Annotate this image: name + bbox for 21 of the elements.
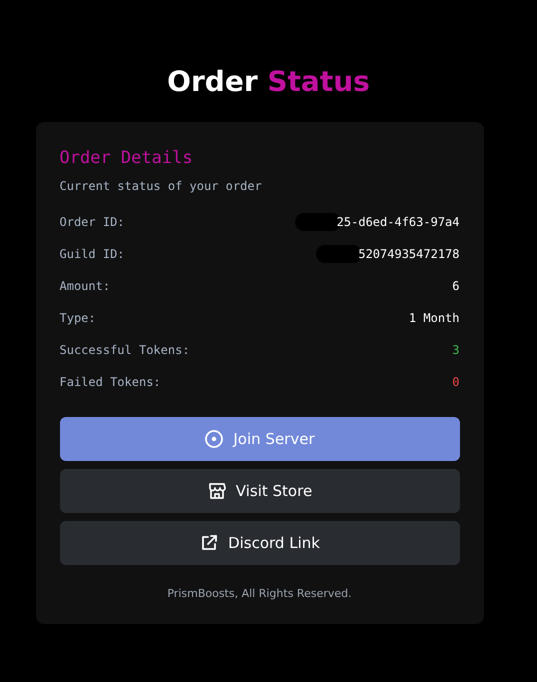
field-value: 0 <box>452 375 460 389</box>
target-icon <box>204 429 224 449</box>
field-label: Successful Tokens: <box>60 343 190 357</box>
page-title: Order Status <box>167 65 370 98</box>
field-label: Guild ID: <box>60 247 125 261</box>
external-link-icon <box>199 533 220 553</box>
field-value: 1 Month <box>408 311 460 325</box>
action-button[interactable]: Discord Link <box>60 521 460 565</box>
store-icon <box>206 481 227 501</box>
card-subtitle: Current status of your order <box>60 178 263 194</box>
copyright-text: PrismBoosts, All Rights Reserved. <box>166 587 353 600</box>
field-label: Amount: <box>60 279 110 293</box>
card-heading: Order Details <box>60 147 194 170</box>
action-button[interactable]: Visit Store <box>60 469 460 513</box>
field-value: 52074935472178 <box>358 247 460 261</box>
field-value: 6 <box>452 279 460 293</box>
field-label: Order ID: <box>60 215 125 229</box>
field-value: 25-d6ed-4f63-97a4 <box>336 215 460 229</box>
field-value: 3 <box>452 343 460 357</box>
field-label: Failed Tokens: <box>60 375 161 389</box>
field-label: Type: <box>60 311 96 325</box>
